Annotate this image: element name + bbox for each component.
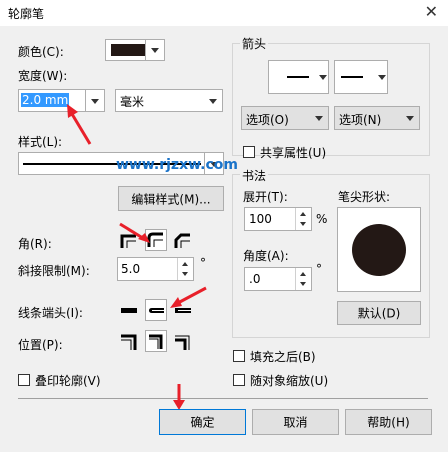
outside-position-button[interactable] bbox=[118, 331, 140, 353]
share-attributes-label: 共享属性(U) bbox=[260, 146, 327, 160]
cancel-button[interactable]: 取消 bbox=[252, 409, 339, 435]
degree-symbol: ° bbox=[316, 262, 322, 276]
nib-shape-label: 笔尖形状: bbox=[338, 190, 391, 204]
arrow-options-right-dropdown[interactable]: 选项(N) bbox=[334, 106, 420, 130]
red-arrow-annotation bbox=[170, 286, 207, 308]
end-arrow-dropdown[interactable] bbox=[334, 60, 388, 94]
center-position-button[interactable] bbox=[145, 330, 167, 352]
no-arrow-preview bbox=[341, 76, 363, 78]
inside-position-icon bbox=[175, 335, 190, 350]
spin-buttons[interactable] bbox=[295, 208, 311, 230]
stretch-spinbox[interactable]: 100 bbox=[244, 207, 312, 231]
bevel-corner-icon bbox=[174, 233, 190, 248]
fill-behind-checkbox[interactable] bbox=[233, 350, 245, 362]
share-attributes-checkbox[interactable] bbox=[243, 146, 255, 158]
red-arrow-annotation bbox=[67, 104, 92, 145]
position-label: 位置(P): bbox=[18, 338, 63, 352]
arrow-options-left-dropdown[interactable]: 选项(O) bbox=[241, 106, 329, 130]
angle-value: .0 bbox=[249, 272, 261, 286]
style-label: 样式(L): bbox=[18, 135, 63, 149]
chevron-down-icon bbox=[145, 40, 164, 60]
chevron-down-icon bbox=[314, 61, 328, 93]
angle-spinbox[interactable]: .0 bbox=[244, 267, 312, 291]
nib-shape-preview[interactable] bbox=[337, 207, 421, 292]
red-arrow-annotation bbox=[119, 222, 150, 243]
bevel-corner-button[interactable] bbox=[172, 230, 194, 252]
miter-label: 斜接限制(M): bbox=[18, 264, 90, 278]
close-icon[interactable]: ✕ bbox=[425, 2, 438, 21]
spin-buttons[interactable] bbox=[295, 268, 311, 290]
corner-label: 角(R): bbox=[18, 237, 52, 251]
dialog-title: 轮廓笔 bbox=[8, 7, 45, 21]
title-bar: 轮廓笔 ✕ bbox=[0, 0, 448, 26]
chevron-down-icon bbox=[401, 107, 419, 129]
stretch-label: 展开(T): bbox=[243, 190, 288, 204]
arrows-group bbox=[232, 43, 430, 156]
unit-value: 毫米 bbox=[120, 95, 145, 109]
square-cap-button[interactable] bbox=[118, 300, 140, 322]
overprint-label: 叠印轮廓(V) bbox=[35, 374, 101, 388]
arrows-group-label: 箭头 bbox=[240, 35, 269, 52]
overprint-checkbox[interactable] bbox=[18, 374, 30, 386]
start-arrow-dropdown[interactable] bbox=[268, 60, 329, 94]
angle-label: 角度(A): bbox=[243, 249, 289, 263]
ok-button[interactable]: 确定 bbox=[159, 409, 246, 435]
miter-limit-spinbox[interactable]: 5.0 bbox=[117, 257, 194, 281]
color-picker-button[interactable] bbox=[105, 39, 165, 61]
scale-with-image-checkbox[interactable] bbox=[233, 374, 245, 386]
help-button[interactable]: 帮助(H) bbox=[345, 409, 432, 435]
degree-symbol: ° bbox=[200, 256, 206, 270]
chevron-down-icon bbox=[373, 61, 387, 93]
chevron-down-icon bbox=[204, 90, 222, 111]
no-arrow-preview bbox=[287, 76, 309, 78]
miter-value: 5.0 bbox=[121, 262, 141, 276]
fill-behind-label: 填充之后(B) bbox=[250, 350, 316, 364]
spin-buttons[interactable] bbox=[177, 258, 193, 280]
stretch-value: 100 bbox=[249, 212, 272, 226]
unit-dropdown[interactable]: 毫米 bbox=[115, 89, 223, 112]
center-position-icon bbox=[149, 334, 163, 349]
butt-cap-icon bbox=[121, 308, 137, 313]
edit-style-button[interactable]: 编辑样式(M)... bbox=[118, 186, 224, 211]
watermark: www.rjzxw.com bbox=[116, 157, 238, 173]
inside-position-button[interactable] bbox=[172, 331, 194, 353]
line-cap-label: 线条端头(I): bbox=[18, 306, 83, 320]
calligraphy-group-label: 书法 bbox=[240, 167, 269, 184]
percent-symbol: % bbox=[316, 212, 328, 226]
color-label: 颜色(C): bbox=[18, 45, 64, 59]
default-button[interactable]: 默认(D) bbox=[337, 301, 421, 325]
width-label: 宽度(W): bbox=[18, 69, 68, 83]
nib-circle bbox=[352, 224, 406, 276]
red-arrow-annotation bbox=[173, 384, 185, 410]
chevron-down-icon bbox=[310, 107, 328, 129]
scale-with-image-label: 随对象缩放(U) bbox=[250, 374, 329, 388]
color-swatch bbox=[111, 44, 145, 56]
dialog-client: 颜色(C): 宽度(W): 2.0 mm 毫米 样式(L): www.rjzxw… bbox=[0, 26, 448, 452]
outside-position-icon bbox=[121, 334, 137, 350]
footer-separator bbox=[18, 398, 428, 399]
